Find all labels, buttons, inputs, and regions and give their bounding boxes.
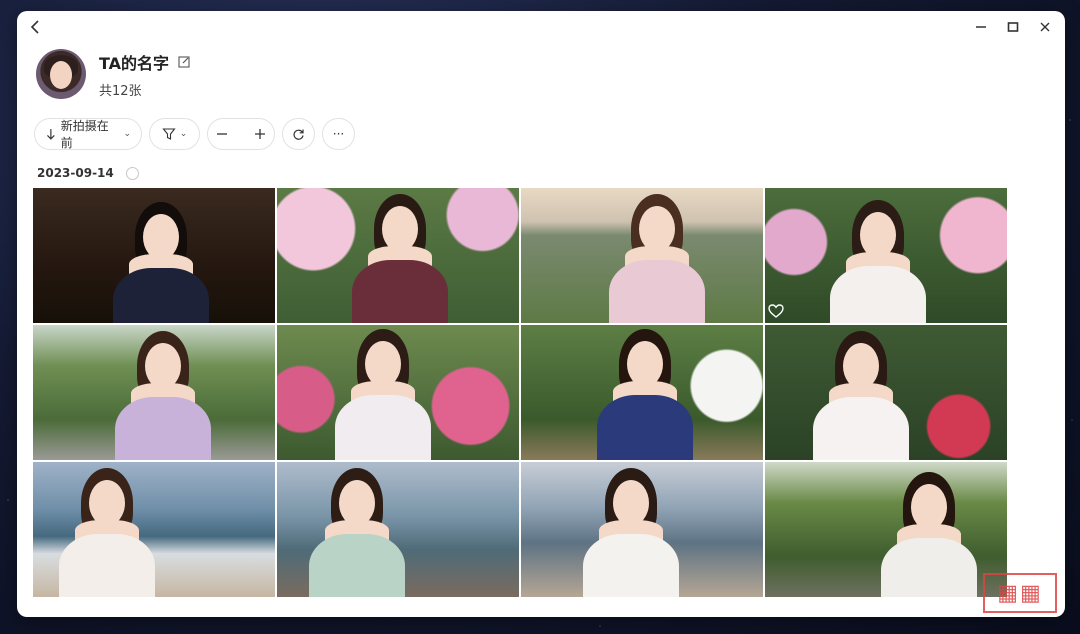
photo-grid: [33, 188, 1007, 597]
heart-icon[interactable]: [768, 303, 784, 319]
album-title: TA的名字: [99, 53, 170, 73]
photo-subject-body: [830, 266, 926, 323]
chevron-down-icon: ⌄: [123, 129, 131, 139]
photo-subject-face: [365, 341, 401, 387]
minimize-icon: [976, 26, 986, 28]
photo-subject-body: [583, 534, 679, 597]
edit-icon[interactable]: [177, 55, 191, 69]
photo-subject-face: [860, 212, 896, 258]
photo-subject-body: [881, 538, 977, 597]
close-button[interactable]: [1033, 17, 1057, 37]
photo-subject-face: [143, 214, 179, 260]
photo-thumbnail[interactable]: [277, 188, 519, 323]
filter-icon: [162, 128, 176, 140]
back-button[interactable]: [27, 18, 45, 36]
photo-subject-body: [113, 268, 209, 323]
photo-thumbnail[interactable]: [765, 462, 1007, 597]
photo-subject-body: [597, 395, 693, 460]
chevron-down-icon: ⌄: [179, 129, 188, 139]
photo-thumbnail[interactable]: [521, 188, 763, 323]
select-group-checkbox[interactable]: [125, 166, 139, 180]
photo-thumbnail[interactable]: [33, 325, 275, 460]
photo-subject-body: [59, 534, 155, 597]
photo-subject-body: [609, 260, 705, 323]
photo-subject-face: [911, 484, 947, 530]
photo-subject-face: [339, 480, 375, 526]
photo-subject-body: [335, 395, 431, 460]
album-header: TA的名字 共12张: [36, 48, 191, 100]
photo-subject-face: [613, 480, 649, 526]
photo-subject-face: [639, 206, 675, 252]
photo-subject-face: [627, 341, 663, 387]
photo-thumbnail[interactable]: [765, 188, 1007, 323]
photo-subject-body: [813, 397, 909, 460]
album-window: TA的名字 共12张 新拍摄在前 ⌄ ⌄ ··· 2023-09-14 ▦▦: [17, 11, 1065, 617]
more-button[interactable]: ···: [322, 118, 355, 150]
toolbar: 新拍摄在前 ⌄ ⌄ ···: [34, 118, 355, 150]
plus-icon[interactable]: [254, 128, 266, 140]
maximize-button[interactable]: [1001, 17, 1025, 37]
photo-subject-face: [382, 206, 418, 252]
photo-subject-face: [89, 480, 125, 526]
watermark-stamp: ▦▦: [983, 573, 1057, 613]
filter-button[interactable]: ⌄: [149, 118, 200, 150]
date-group-header: 2023-09-14: [37, 164, 139, 182]
title-block: TA的名字 共12张: [99, 50, 191, 99]
photo-subject-body: [309, 534, 405, 597]
photo-subject-face: [843, 343, 879, 389]
avatar[interactable]: [36, 49, 86, 99]
minimize-button[interactable]: [969, 17, 993, 37]
photo-thumbnail[interactable]: [277, 462, 519, 597]
window-controls: [969, 17, 1057, 37]
arrow-down-icon: [47, 129, 55, 140]
photo-count: 共12张: [99, 83, 142, 99]
refresh-button[interactable]: [282, 118, 315, 150]
photo-subject-face: [145, 343, 181, 389]
photo-thumbnail[interactable]: [33, 462, 275, 597]
refresh-icon: [293, 129, 304, 140]
sort-label: 新拍摄在前: [60, 119, 109, 150]
photo-thumbnail[interactable]: [765, 325, 1007, 460]
photo-thumbnail[interactable]: [521, 325, 763, 460]
close-icon: [1040, 22, 1050, 32]
photo-thumbnail[interactable]: [33, 188, 275, 323]
date-label: 2023-09-14: [37, 166, 114, 180]
chevron-left-icon: [30, 20, 39, 34]
minus-icon[interactable]: [216, 128, 228, 140]
titlebar: [17, 11, 1065, 43]
more-label: ···: [332, 127, 345, 141]
photo-subject-body: [115, 397, 211, 460]
photo-subject-body: [352, 260, 448, 323]
watermark-glyph: ▦▦: [997, 580, 1043, 606]
photo-thumbnail[interactable]: [277, 325, 519, 460]
zoom-control: [207, 118, 275, 150]
photo-thumbnail[interactable]: [521, 462, 763, 597]
sort-button[interactable]: 新拍摄在前 ⌄: [34, 118, 142, 150]
maximize-icon: [1007, 22, 1019, 32]
